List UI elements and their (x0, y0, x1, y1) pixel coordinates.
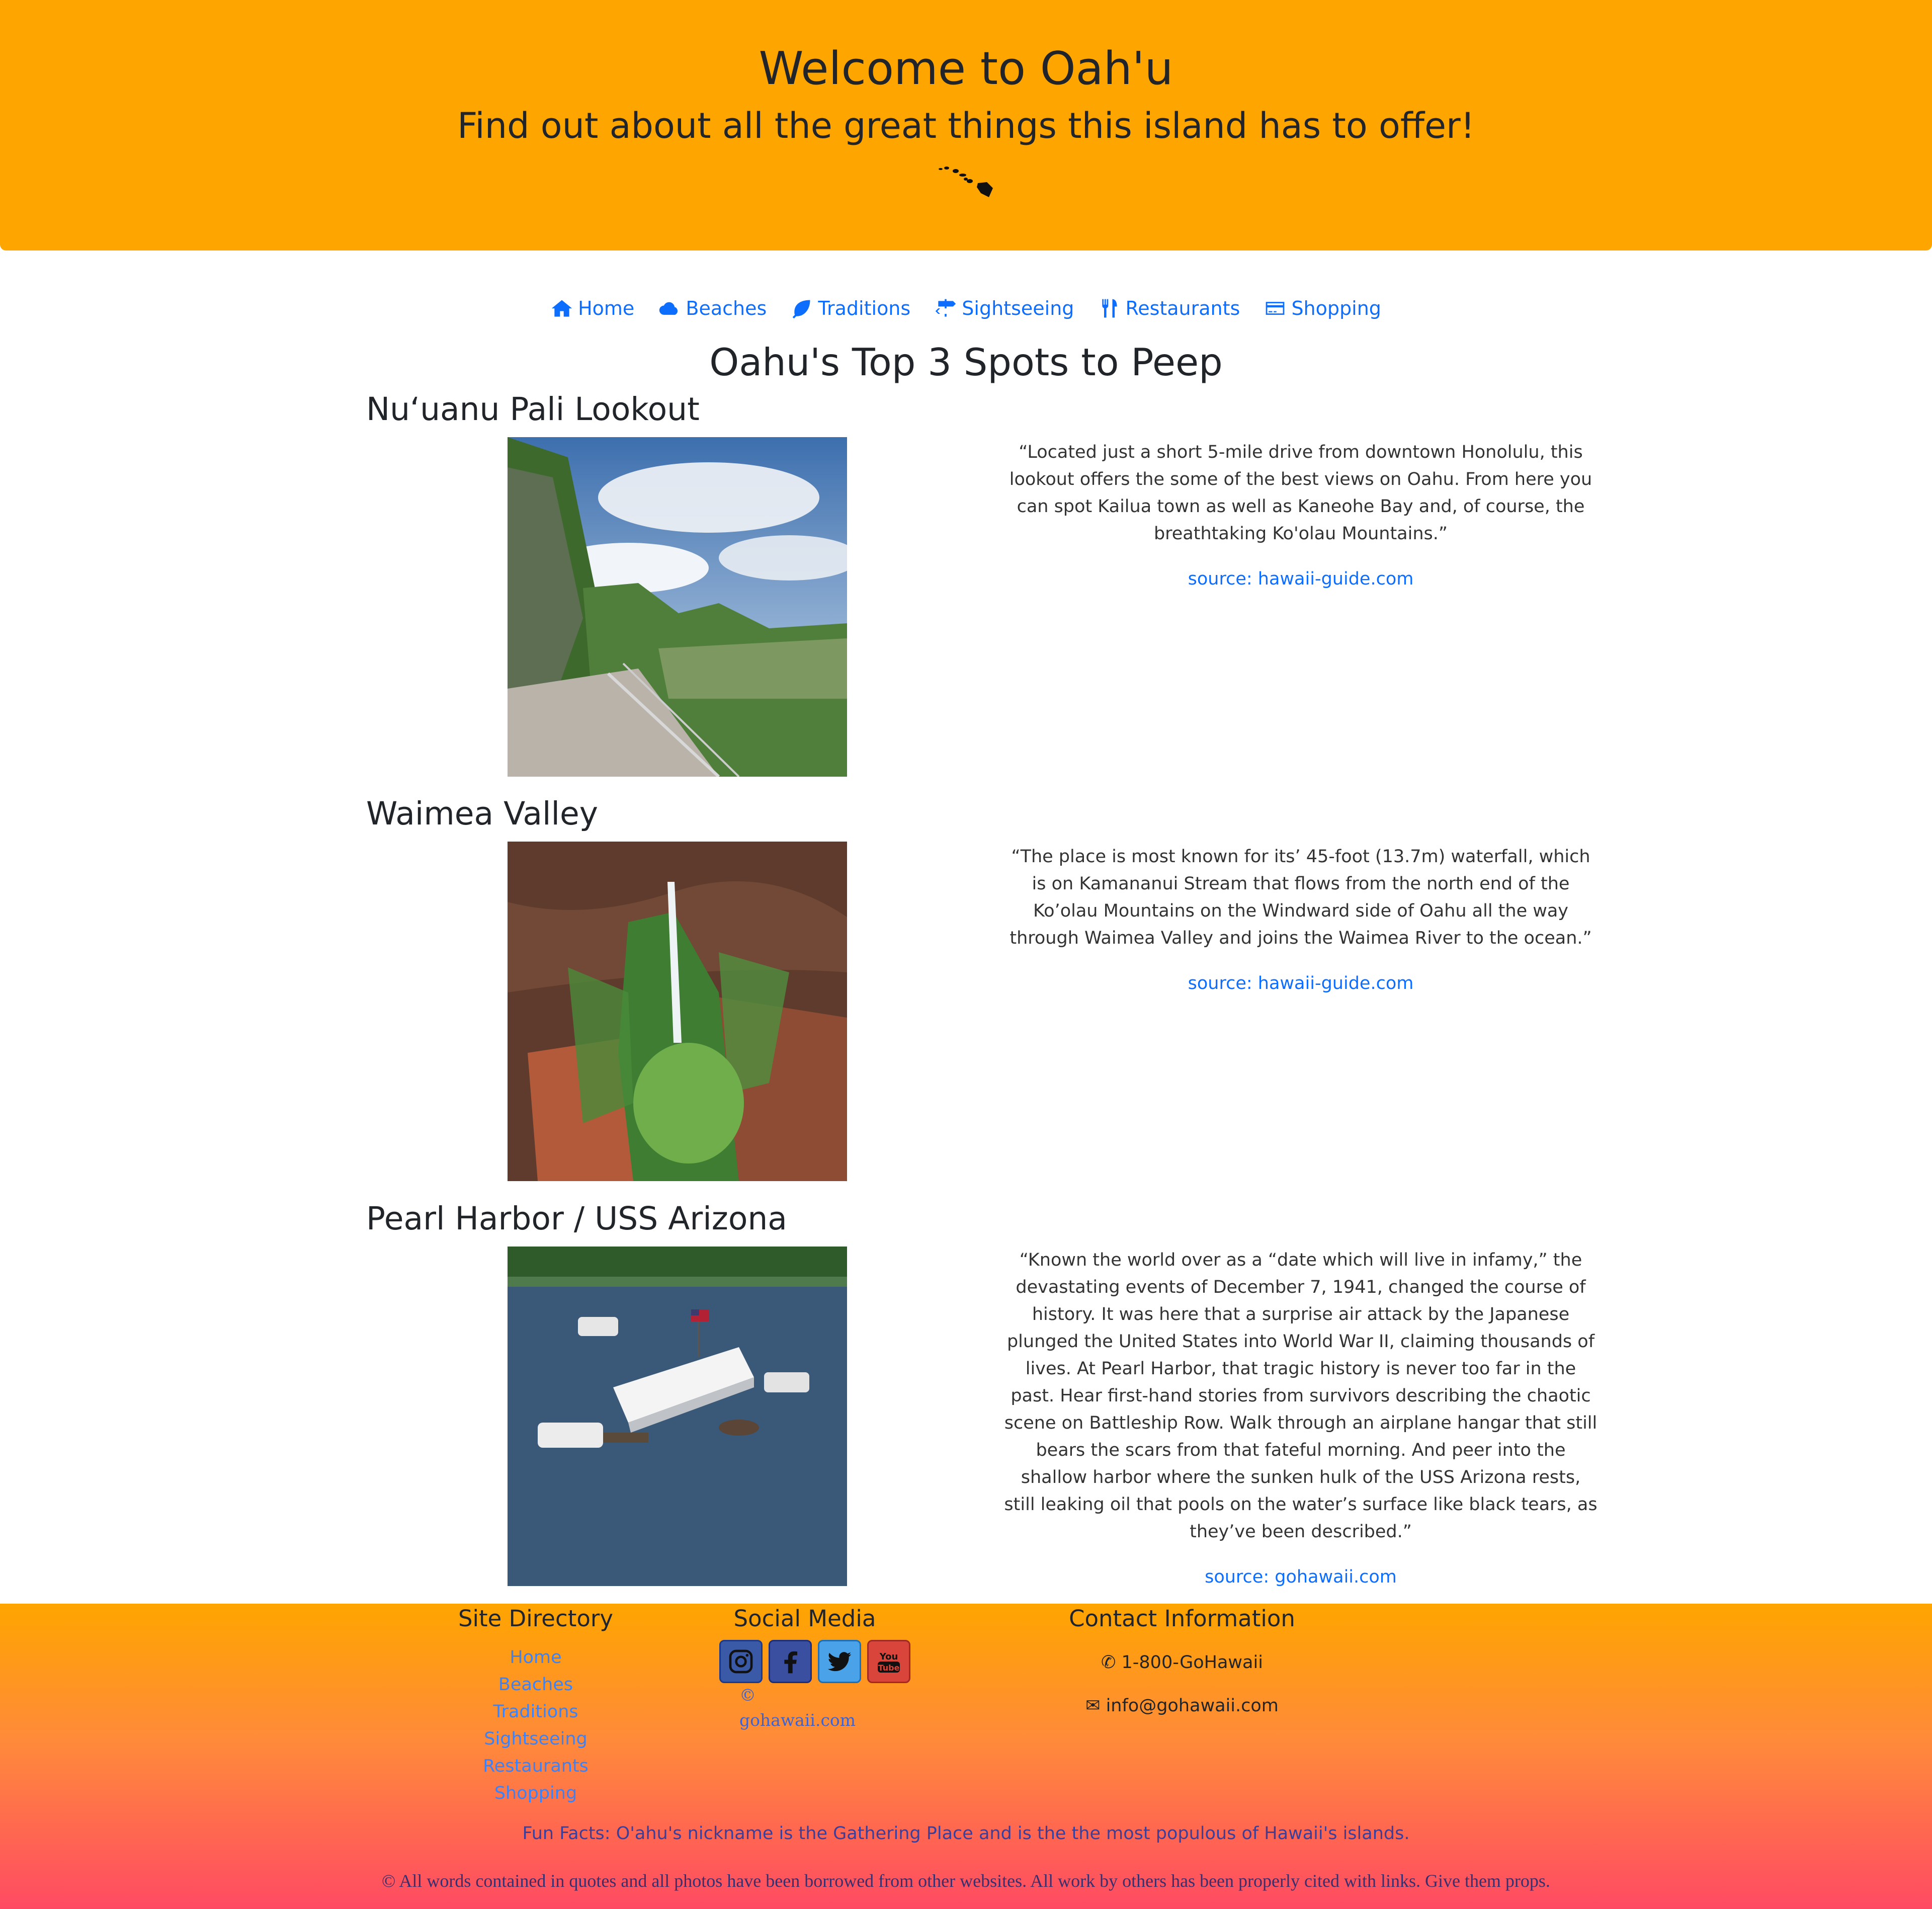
svg-text:You: You (879, 1651, 898, 1662)
footer-social-title: Social Media (733, 1605, 876, 1632)
spot-source-link[interactable]: source: hawaii-guide.com (1004, 970, 1598, 997)
spot-description: “Known the world over as a “date which w… (1004, 1247, 1598, 1591)
spot-quote: “Known the world over as a “date which w… (1004, 1250, 1598, 1542)
main-nav: Home Beaches Traditions Sightseeing Rest… (0, 291, 1932, 326)
footer-link-beaches[interactable]: Beaches (453, 1671, 619, 1698)
twitter-icon[interactable] (818, 1640, 861, 1683)
hawaii-islands-icon (939, 167, 993, 197)
nav-traditions[interactable]: Traditions (791, 291, 910, 326)
nav-shopping[interactable]: Shopping (1264, 291, 1381, 326)
contact-email: ✉ info@gohawaii.com (1085, 1696, 1279, 1716)
instagram-icon[interactable] (719, 1640, 763, 1683)
gohawaii-copyright-link[interactable]: © gohawaii.com (739, 1683, 870, 1733)
spot-title: Waimea Valley (366, 795, 598, 832)
spot-photo-uss-arizona (508, 1247, 847, 1586)
social-icons: You Tube (719, 1640, 910, 1683)
envelope-icon: ✉ (1085, 1696, 1101, 1716)
signpost-icon (936, 299, 956, 317)
spot-source-link[interactable]: source: gohawaii.com (1004, 1563, 1598, 1591)
utensils-icon (1102, 299, 1117, 318)
footer-directory-title: Site Directory (458, 1605, 614, 1632)
spot-photo-pali-lookout (508, 437, 847, 777)
spot-title: Nuʻuanu Pali Lookout (366, 391, 700, 428)
cloud-icon (659, 302, 678, 315)
credit-card-icon (1266, 302, 1285, 315)
page-heading: Welcome to Oah'u (759, 42, 1173, 95)
spot-title: Pearl Harbor / USS Arizona (366, 1200, 787, 1237)
svg-text:Tube: Tube (878, 1663, 900, 1673)
footer-link-traditions[interactable]: Traditions (453, 1698, 619, 1725)
site-directory: Home Beaches Traditions Sightseeing Rest… (453, 1644, 619, 1807)
nav-home[interactable]: Home (551, 291, 634, 326)
home-icon (551, 300, 572, 317)
facebook-icon[interactable] (769, 1640, 812, 1683)
footer-link-shopping[interactable]: Shopping (453, 1780, 619, 1807)
spot-description: “The place is most known for its’ 45-foo… (1004, 843, 1598, 997)
spot-source-link[interactable]: source: hawaii-guide.com (1004, 565, 1598, 593)
nav-beaches[interactable]: Beaches (658, 291, 767, 326)
footer-contact-title: Contact Information (1069, 1605, 1295, 1632)
footer-link-restaurants[interactable]: Restaurants (453, 1753, 619, 1780)
spot-quote: “Located just a short 5-mile drive from … (1009, 442, 1592, 544)
section-title: Oahu's Top 3 Spots to Peep (709, 340, 1223, 384)
phone-icon: ✆ (1101, 1652, 1116, 1673)
page-subheading: Find out about all the great things this… (457, 105, 1475, 146)
hero-banner: Welcome to Oah'u Find out about all the … (0, 0, 1932, 251)
spot-description: “Located just a short 5-mile drive from … (1004, 439, 1598, 593)
spot-photo-waimea-valley (508, 842, 847, 1181)
site-footer: Site Directory Home Beaches Traditions S… (0, 1604, 1932, 1909)
nav-restaurants[interactable]: Restaurants (1099, 291, 1240, 326)
fun-facts: Fun Facts: O'ahu's nickname is the Gathe… (522, 1823, 1410, 1844)
contact-phone: ✆ 1-800-GoHawaii (1101, 1652, 1263, 1673)
youtube-icon[interactable]: You Tube (867, 1640, 910, 1683)
nav-sightseeing[interactable]: Sightseeing (935, 291, 1074, 326)
leaf-icon (793, 300, 810, 319)
credits-notice: © All words contained in quotes and all … (382, 1871, 1550, 1891)
spot-quote: “The place is most known for its’ 45-foo… (1010, 847, 1592, 948)
footer-link-sightseeing[interactable]: Sightseeing (453, 1725, 619, 1753)
footer-link-home[interactable]: Home (453, 1644, 619, 1671)
